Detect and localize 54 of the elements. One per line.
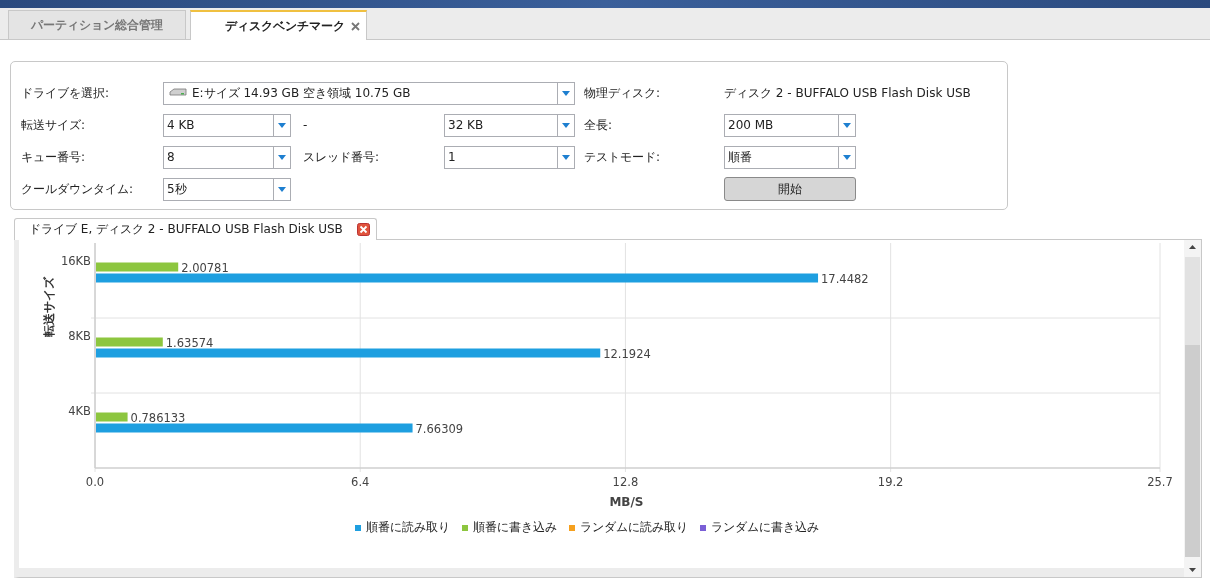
- tab[interactable]: パーティション総合管理: [8, 10, 186, 39]
- dropdown-arrow-icon: [562, 122, 570, 128]
- field-label: クールダウンタイム:: [21, 180, 135, 198]
- field-label: テストモード:: [583, 148, 662, 166]
- tick-label: 6.4: [351, 475, 370, 489]
- category-label: 8KB: [68, 328, 91, 343]
- dropdown[interactable]: E:サイズ 14.93 GB 空き領域 10.75 GB: [163, 81, 575, 105]
- dropdown[interactable]: 200 MB: [724, 113, 856, 137]
- disk-name: ディスク 2 - BUFFALO USB Flash Disk USB: [724, 84, 971, 102]
- dropdown[interactable]: 8: [163, 145, 291, 169]
- drive-icon: [169, 88, 187, 98]
- axis-title: 転送サイズ: [42, 276, 56, 337]
- category-label: 4KB: [68, 403, 91, 418]
- field-label: 全長:: [583, 116, 614, 134]
- tab[interactable]: ディスクベンチマーク: [190, 10, 367, 40]
- dropdown-arrow-icon: [278, 186, 286, 192]
- close-icon[interactable]: [351, 21, 360, 31]
- dropdown-arrow-icon: [278, 154, 286, 160]
- legend-label: ランダムに読み取り: [579, 520, 688, 535]
- tick-label: 0.0: [85, 475, 105, 489]
- field-label: 転送サイズ:: [21, 116, 87, 134]
- field-label: キュー番号:: [21, 148, 87, 166]
- axis-title: MB/S: [609, 495, 644, 509]
- field-label: 物理ディスク:: [583, 84, 662, 102]
- data-label: 17.4482: [821, 271, 869, 286]
- field-label: ドライブを選択:: [21, 84, 111, 102]
- tick-label: 12.8: [612, 475, 639, 489]
- data-label: 1.63574: [165, 335, 214, 350]
- start-button[interactable]: 開始: [724, 177, 856, 201]
- tick-label: 19.2: [877, 475, 904, 489]
- dropdown[interactable]: 4 KB: [163, 113, 291, 137]
- legend-label: ランダムに書き込み: [710, 520, 819, 535]
- dropdown[interactable]: 1: [444, 145, 575, 169]
- legend-label: 順番に読み取り: [365, 520, 450, 535]
- dropdown[interactable]: 5秒: [163, 177, 291, 201]
- data-label: 0.786133: [130, 410, 186, 425]
- dropdown-arrow-icon: [278, 122, 286, 128]
- category-label: 16KB: [60, 253, 91, 268]
- legend-label: 順番に書き込み: [472, 520, 557, 535]
- result-tab[interactable]: ドライブ E, ディスク 2 - BUFFALO USB Flash Disk USB: [14, 218, 377, 240]
- data-label: 12.1924: [603, 346, 651, 361]
- dropdown-arrow-icon: [562, 90, 570, 96]
- dropdown-arrow-icon: [562, 154, 570, 160]
- dropdown-arrow-icon: [843, 154, 851, 160]
- dropdown[interactable]: 32 KB: [444, 113, 575, 137]
- data-label: 7.66309: [415, 421, 464, 436]
- scrollbar[interactable]: [1184, 240, 1201, 577]
- close-icon[interactable]: [356, 223, 370, 236]
- field-label: スレッド番号:: [302, 148, 381, 166]
- dropdown[interactable]: 順番: [724, 145, 856, 169]
- data-label: 2.00781: [181, 260, 229, 275]
- tick-label: 25.7: [1147, 475, 1173, 489]
- range-separator: -: [302, 118, 309, 132]
- dropdown-arrow-icon: [843, 122, 851, 128]
